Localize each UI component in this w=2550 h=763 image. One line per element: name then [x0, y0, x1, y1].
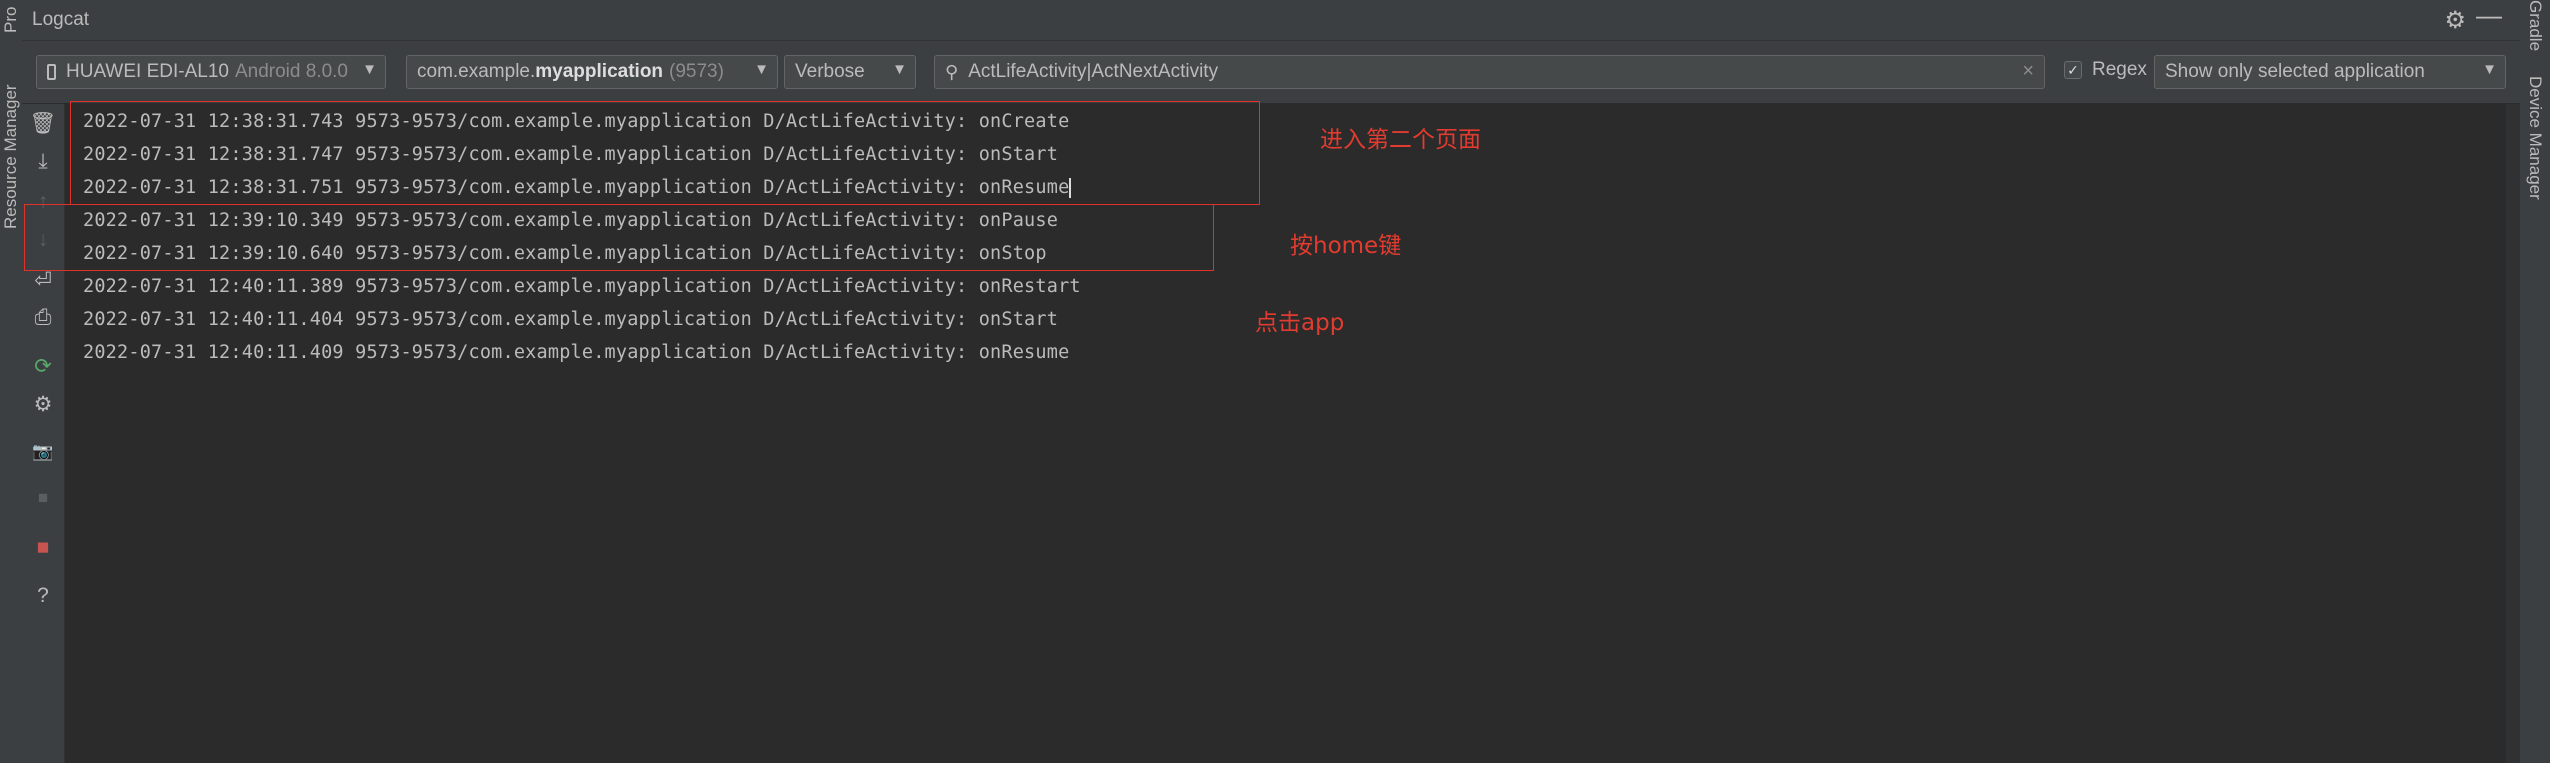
- stop-icon[interactable]: ■: [22, 536, 64, 560]
- screen-capture-icon[interactable]: 📷: [22, 442, 64, 462]
- phone-icon: [47, 64, 56, 80]
- screen-record-icon[interactable]: ■: [22, 488, 64, 508]
- close-icon[interactable]: ×: [2022, 60, 2034, 83]
- device-os: Android 8.0.0: [234, 61, 348, 82]
- logcat-title-bar: Logcat ⚙ —: [22, 0, 2520, 41]
- scroll-to-end-icon[interactable]: ⤓: [22, 150, 64, 174]
- device-selector[interactable]: HUAWEI EDI-AL10 Android 8.0.0 ▼: [36, 55, 386, 89]
- project-tab-label: Pro: [1, 6, 20, 34]
- regex-label: Regex: [2092, 59, 2147, 80]
- help-icon[interactable]: ?: [22, 584, 64, 608]
- chevron-down-icon: ▼: [362, 61, 377, 78]
- resource-manager-tab-label: Resource Manager: [1, 84, 20, 230]
- panel-title: Logcat: [32, 9, 90, 30]
- annotation-click-app: 点击app: [1255, 310, 1345, 336]
- device-manager-tab-label: Device Manager: [2526, 76, 2545, 200]
- device-name: HUAWEI EDI-AL10: [66, 61, 229, 82]
- clear-logcat-icon[interactable]: 🗑: [22, 112, 64, 136]
- search-input[interactable]: [966, 60, 1971, 84]
- project-tab[interactable]: Pro: [0, 0, 22, 40]
- filter-selector[interactable]: Show only selected application ▼: [2154, 55, 2506, 89]
- right-tool-strip: Gradle Device Manager: [2519, 0, 2550, 763]
- log-line: 2022-07-31 12:40:11.404 9573-9573/com.ex…: [83, 309, 1059, 330]
- resource-manager-tab[interactable]: Resource Manager: [0, 72, 22, 242]
- log-level-selector[interactable]: Verbose ▼: [784, 55, 916, 89]
- chevron-down-icon: ▼: [892, 61, 907, 78]
- vertical-scrollbar[interactable]: [2506, 104, 2520, 763]
- annotation-box-home: [24, 204, 1214, 271]
- minimize-icon[interactable]: —: [2476, 0, 2502, 31]
- chevron-down-icon: ▼: [754, 61, 769, 78]
- logcat-toolbar: HUAWEI EDI-AL10 Android 8.0.0 ▼ com.exam…: [22, 41, 2520, 104]
- log-line: 2022-07-31 12:40:11.389 9573-9573/com.ex…: [83, 276, 1081, 297]
- left-tool-strip: Pro Resource Manager: [0, 0, 23, 763]
- process-app-name: myapplication: [535, 61, 664, 82]
- soft-wraps-icon[interactable]: ⏎: [22, 268, 64, 293]
- annotation-press-home: 按home键: [1290, 233, 1402, 259]
- process-selector[interactable]: com.example. myapplication (9573) ▼: [406, 55, 778, 89]
- regex-checkbox[interactable]: ✓: [2064, 61, 2082, 79]
- print-icon[interactable]: ⎙: [22, 306, 64, 330]
- log-level-value: Verbose: [795, 61, 865, 82]
- log-line: 2022-07-31 12:40:11.409 9573-9573/com.ex…: [83, 342, 1070, 363]
- logcat-action-bar: 🗑 ⤓ ↑ ↓ ⏎ ⎙ ⟳ ⚙ 📷 ■ ■ ?: [22, 104, 65, 763]
- filter-value: Show only selected application: [2165, 61, 2425, 82]
- regex-toggle[interactable]: ✓ Regex: [2064, 59, 2147, 81]
- gradle-tab-label: Gradle: [2526, 0, 2545, 52]
- process-prefix: com.example.: [417, 61, 536, 82]
- search-field: ⚲ ×: [934, 55, 2045, 89]
- settings-icon[interactable]: ⚙: [22, 392, 64, 417]
- gear-icon[interactable]: ⚙: [2444, 6, 2466, 35]
- restart-icon[interactable]: ⟳: [22, 354, 64, 379]
- process-pid: (9573): [669, 61, 724, 82]
- chevron-down-icon: ▼: [2482, 61, 2497, 78]
- annotation-enter-second-page: 进入第二个页面: [1320, 127, 1481, 153]
- gradle-tab[interactable]: Gradle: [2520, 0, 2550, 51]
- annotation-box-enter-page: [70, 101, 1260, 205]
- device-manager-tab[interactable]: Device Manager: [2520, 76, 2550, 236]
- search-icon[interactable]: ⚲: [945, 62, 958, 83]
